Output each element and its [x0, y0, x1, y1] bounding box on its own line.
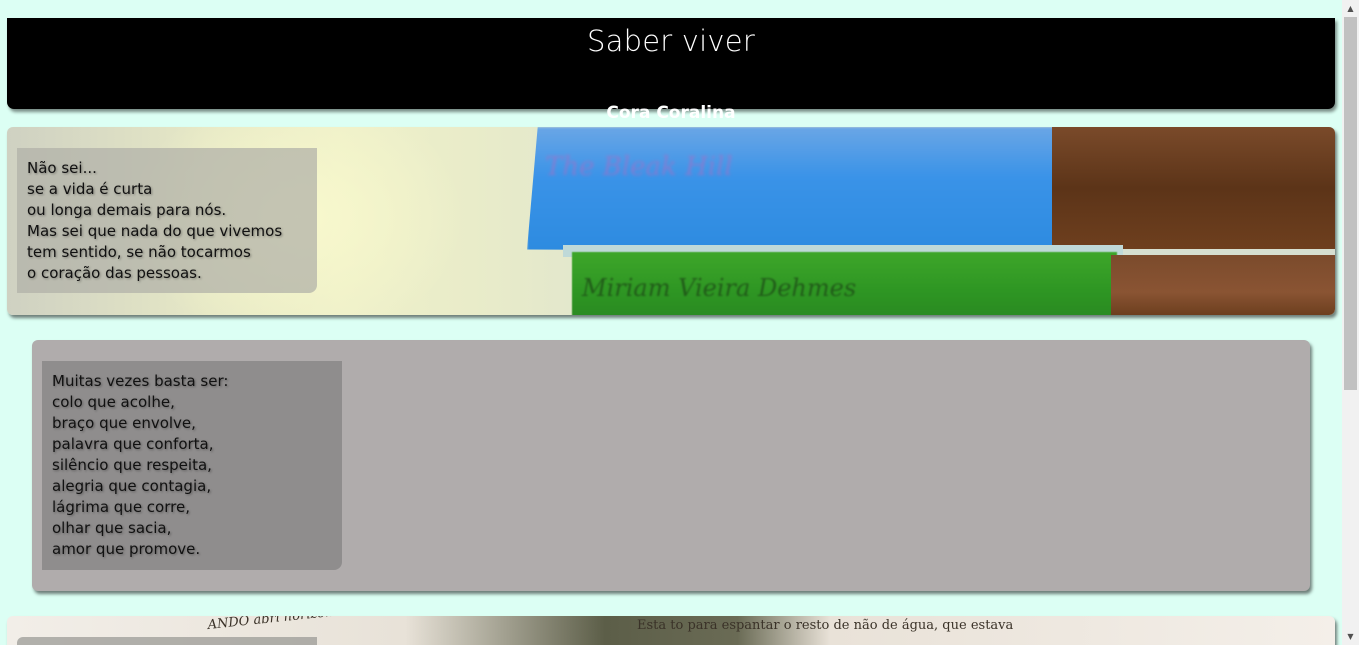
book-title-text: The Bleak Hill	[545, 152, 733, 182]
poem-line: colo que acolhe,	[52, 393, 175, 411]
poem-line: alegria que contagia,	[52, 477, 212, 495]
stanza-section-2: Muitas vezes basta ser: colo que acolhe,…	[32, 340, 1310, 591]
poem-line: braço que envolve,	[52, 414, 196, 432]
poem-line: silêncio que respeita,	[52, 456, 212, 474]
stanza-text-box: Muitas vezes basta ser: colo que acolhe,…	[42, 361, 342, 570]
stanza-text-box	[17, 637, 317, 645]
poem-line: lágrima que corre,	[52, 498, 190, 516]
poem-title: Saber viver	[587, 24, 755, 58]
poem-line: palavra que conforta,	[52, 435, 214, 453]
poem-line: Muitas vezes basta ser:	[52, 372, 229, 390]
poem-line: Não sei...	[27, 159, 97, 177]
scroll-up-arrow-icon[interactable]: ▲	[1342, 0, 1359, 17]
page-viewport: Saber viver Cora Coralina The Bleak Hill…	[0, 0, 1342, 645]
book-page-text: ANDO abri horizonte. sustadora. Vis mist…	[207, 616, 645, 633]
stanza-section-1: The Bleak Hill Miriam Vieira Dehmes Não …	[7, 127, 1335, 315]
scroll-down-arrow-icon[interactable]: ▼	[1342, 628, 1359, 645]
poem-line: Mas sei que nada do que vivemos	[27, 222, 283, 240]
poem-line: o coração das pessoas.	[27, 264, 202, 282]
poem-author: Cora Coralina	[606, 103, 736, 123]
page-header: Saber viver Cora Coralina	[7, 18, 1335, 123]
book-pages-edge	[1052, 127, 1335, 249]
poem-line: ou longa demais para nós.	[27, 201, 227, 219]
stanza-section-3: ANDO abri horizonte. sustadora. Vis mist…	[7, 616, 1335, 645]
book-image-blue: The Bleak Hill	[527, 127, 1062, 252]
vertical-scrollbar[interactable]: ▲ ▼	[1342, 0, 1359, 645]
book-title-text: Miriam Vieira Dehmes	[582, 274, 857, 302]
poem-line: amor que promove.	[52, 540, 201, 558]
book-image-green: Miriam Vieira Dehmes	[572, 252, 1117, 315]
poem-line: olhar que sacia,	[52, 519, 172, 537]
poem-line: se a vida é curta	[27, 180, 153, 198]
book-page-text: Esta to para espantar o resto de não de …	[637, 618, 1014, 633]
scrollbar-thumb[interactable]	[1344, 17, 1357, 390]
stanza-text-box: Não sei... se a vida é curta ou longa de…	[17, 148, 317, 293]
poem-line: tem sentido, se não tocarmos	[27, 243, 251, 261]
book-pages-edge	[1111, 255, 1335, 315]
